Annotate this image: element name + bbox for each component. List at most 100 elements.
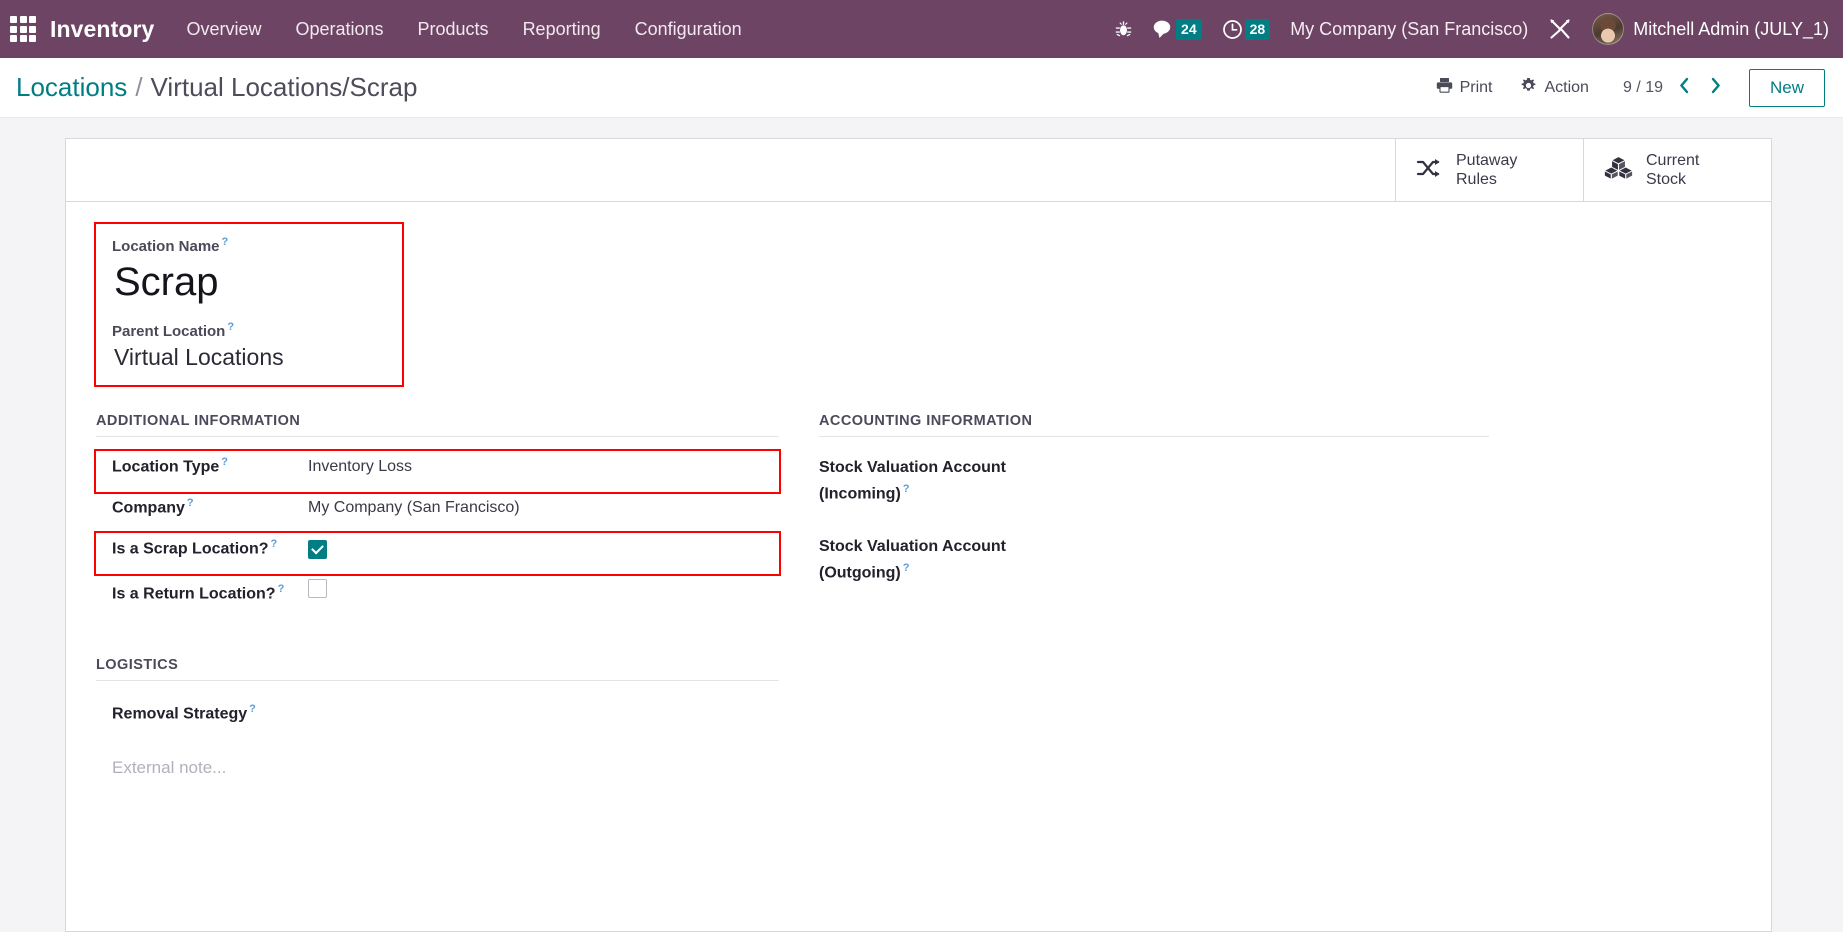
boxes-icon [1604,156,1633,185]
bug-icon[interactable] [1115,20,1132,38]
company-label: Company? [112,497,308,517]
clock-icon [1222,19,1243,40]
grid-cell [29,16,36,23]
user-menu[interactable]: Mitchell Admin (JULY_1) [1592,13,1829,45]
shuffle-icon [1416,157,1443,184]
location-name-label: Location Name? [112,236,388,255]
help-marker-icon[interactable]: ? [270,538,277,550]
chat-bubble-icon [1152,19,1174,39]
location-type-label: Location Type? [112,456,308,476]
pager-counter[interactable]: 9 / 19 [1623,79,1663,97]
location-type-label-text: Location Type [112,458,220,476]
menu-item-products[interactable]: Products [416,13,491,46]
chevron-right-icon[interactable] [1706,77,1725,98]
help-marker-icon[interactable]: ? [903,483,910,495]
grid-cell [19,35,27,42]
location-name-value[interactable]: Scrap [114,259,388,305]
grid-cell [10,25,17,33]
activities-systray[interactable]: 28 [1222,18,1271,40]
control-panel-actions: Print Action 9 / 19 New [1422,68,1825,107]
field-row-stock-valuation-incoming: Stock Valuation Account (Incoming)? [819,451,1489,512]
parent-location-label: Parent Location? [112,321,388,340]
is-return-location-value [308,579,327,603]
company-value[interactable]: My Company (San Francisco) [308,499,520,517]
grid-cell [10,16,17,23]
accounting-information-section-title: ACCOUNTING INFORMATION [819,413,1489,437]
help-marker-icon[interactable]: ? [249,703,256,715]
help-marker-icon[interactable]: ? [227,321,234,333]
grid-cell [29,25,36,33]
control-panel: Locations / Virtual Locations/Scrap Prin… [0,58,1843,118]
removal-strategy-label: Removal Strategy? [112,703,308,723]
smart-button-current-stock-label: Current Stock [1646,151,1699,189]
menu-item-configuration[interactable]: Configuration [633,13,744,46]
wrench-screwdriver-icon[interactable] [1548,17,1572,41]
is-return-location-checkbox[interactable] [308,579,327,598]
pager: 9 / 19 [1623,77,1725,98]
field-row-removal-strategy: Removal Strategy? [96,695,779,736]
top-navbar: Inventory Overview Operations Products R… [0,0,1843,58]
smart-button-putaway-rules[interactable]: Putaway Rules [1395,139,1583,201]
action-label: Action [1544,78,1589,96]
logistics-section-title: LOGISTICS [96,657,779,681]
smart-button-current-stock[interactable]: Current Stock [1583,139,1771,201]
apps-menu-icon[interactable] [10,16,36,42]
left-column: ADDITIONAL INFORMATION Location Type? In… [94,413,781,778]
smart-button-line1: Current [1646,151,1700,169]
breadcrumb: Locations / Virtual Locations/Scrap [16,72,417,103]
location-type-value[interactable]: Inventory Loss [308,458,412,476]
is-scrap-location-checkbox[interactable] [308,540,327,560]
parent-location-value[interactable]: Virtual Locations [114,344,388,371]
breadcrumb-item-locations[interactable]: Locations [16,72,127,103]
avatar [1592,13,1625,45]
help-marker-icon[interactable]: ? [187,497,194,509]
main-menu: Overview Operations Products Reporting C… [184,13,743,46]
new-button[interactable]: New [1748,68,1825,107]
is-scrap-location-label-text: Is a Scrap Location? [112,540,269,558]
smart-button-putaway-rules-label: Putaway Rules [1456,151,1517,189]
removal-strategy-label-text: Removal Strategy [112,705,248,722]
form-columns: ADDITIONAL INFORMATION Location Type? In… [94,413,1741,778]
stock-valuation-incoming-label: Stock Valuation Account (Incoming)? [819,456,1019,507]
company-label-text: Company [112,499,185,517]
form-sheet: Putaway Rules Current Stock Location Nam… [65,138,1772,932]
help-marker-icon[interactable]: ? [903,562,910,574]
is-scrap-location-value [308,540,327,560]
smart-button-line1: Putaway [1456,151,1518,169]
gear-icon [1520,77,1537,99]
form-sheet-area: Putaway Rules Current Stock Location Nam… [0,118,1843,932]
external-note-input[interactable]: External note... [112,758,779,778]
additional-information-section-title: ADDITIONAL INFORMATION [96,413,779,437]
app-brand-inventory[interactable]: Inventory [50,16,154,43]
stock-valuation-outgoing-label: Stock Valuation Account (Outgoing)? [819,535,1019,586]
print-button[interactable]: Print [1422,71,1507,104]
is-return-location-label: Is a Return Location?? [112,583,308,603]
company-switcher[interactable]: My Company (San Francisco) [1290,19,1528,40]
menu-item-overview[interactable]: Overview [184,13,263,46]
grid-cell [29,35,36,42]
grid-cell [19,16,27,23]
grid-cell [10,35,17,42]
chevron-left-icon[interactable] [1675,77,1694,98]
field-row-is-return-location: Is a Return Location?? [96,574,779,615]
breadcrumb-separator: / [135,72,143,102]
is-scrap-location-label: Is a Scrap Location?? [112,538,308,558]
messages-systray[interactable]: 24 [1152,18,1202,40]
menu-item-reporting[interactable]: Reporting [521,13,603,46]
field-row-stock-valuation-outgoing: Stock Valuation Account (Outgoing)? [819,530,1489,591]
right-column: ACCOUNTING INFORMATION Stock Valuation A… [819,413,1489,778]
smart-buttons-bar: Putaway Rules Current Stock [66,139,1771,202]
field-row-company: Company? My Company (San Francisco) [96,492,779,533]
help-marker-icon[interactable]: ? [221,456,228,468]
parent-location-label-text: Parent Location [112,323,226,340]
help-marker-icon[interactable]: ? [278,583,285,595]
user-name-label: Mitchell Admin (JULY_1) [1633,18,1829,39]
help-marker-icon[interactable]: ? [222,236,229,248]
field-row-is-scrap-location: Is a Scrap Location?? [94,531,781,576]
smart-button-line2: Rules [1456,171,1497,188]
field-row-location-type: Location Type? Inventory Loss [94,449,781,494]
action-button[interactable]: Action [1506,71,1602,105]
messages-count-badge: 24 [1176,18,1202,40]
menu-item-operations[interactable]: Operations [293,13,385,46]
is-return-location-label-text: Is a Return Location? [112,585,276,602]
